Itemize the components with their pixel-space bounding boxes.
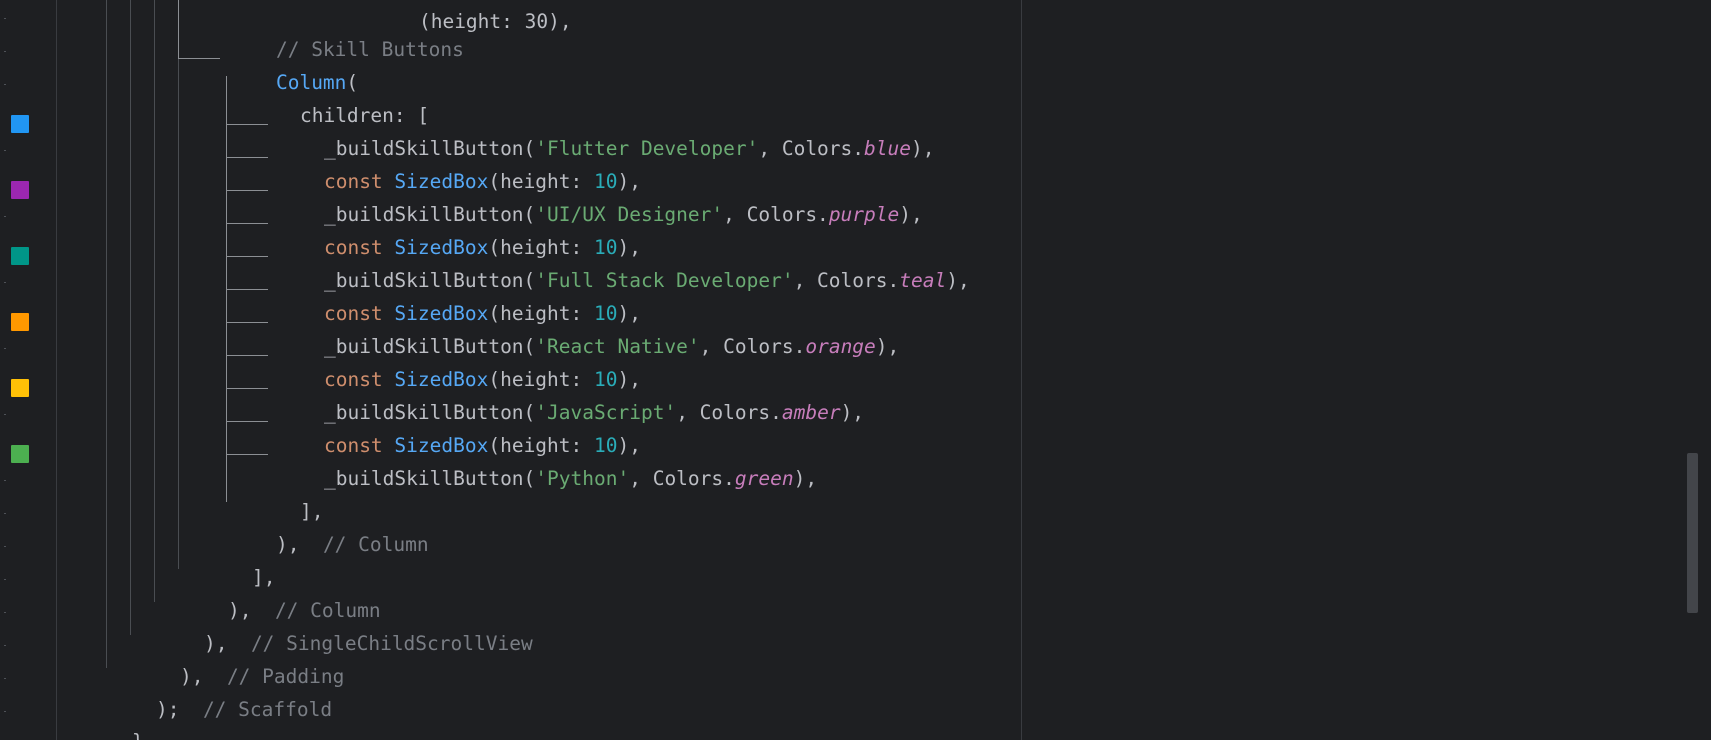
code-line[interactable]: ), // Padding — [133, 641, 344, 688]
gutter-marker — [4, 612, 6, 613]
code-comment: // Scaffold — [202, 698, 333, 721]
gutter-marker — [4, 579, 6, 580]
code-text: ), — [899, 203, 923, 226]
gutter-marker — [4, 84, 6, 85]
code-text: ), — [875, 335, 900, 358]
color-swatch-green-icon[interactable] — [11, 445, 29, 463]
code-line[interactable]: const SizedBox(height: 10), — [277, 344, 641, 391]
tree-branch — [226, 223, 268, 224]
gutter-marker — [4, 18, 6, 19]
tree-branch — [226, 256, 268, 257]
color-swatch-teal-icon[interactable] — [11, 247, 29, 265]
code-line[interactable]: const SizedBox(height: 10), — [277, 146, 641, 193]
tree-branch — [226, 157, 268, 158]
code-line[interactable]: (height: 30), — [372, 0, 572, 33]
tree-branch — [226, 355, 268, 356]
code-text: ), — [840, 401, 865, 424]
code-line[interactable]: _buildSkillButton('UI/UX Designer', Colo… — [277, 179, 923, 226]
code-line[interactable]: _buildSkillButton('React Native', Colors… — [277, 311, 899, 358]
code-text: , Colors. — [793, 269, 900, 292]
code-line[interactable]: const SizedBox(height: 10), — [277, 278, 641, 325]
color-swatch-amber-icon[interactable] — [11, 379, 29, 397]
gutter-marker — [4, 678, 6, 679]
right-margin-guide — [1021, 0, 1022, 740]
gutter-marker — [4, 513, 6, 514]
gutter-marker — [4, 711, 6, 712]
tree-branch — [226, 454, 268, 455]
code-line[interactable]: _buildSkillButton('Python', Colors.green… — [277, 443, 817, 490]
tree-branch — [226, 289, 268, 290]
gutter-marker — [4, 51, 6, 52]
code-text: , Colors. — [699, 335, 806, 358]
code-line[interactable]: ], — [205, 542, 275, 589]
code-comment: // Column — [322, 533, 429, 556]
code-line[interactable]: const SizedBox(height: 10), — [277, 410, 641, 457]
gutter-marker — [4, 414, 6, 415]
gutter-marker — [4, 216, 6, 217]
code-line[interactable]: children: [ — [253, 80, 429, 127]
code-text: , Colors. — [723, 203, 829, 226]
code-line[interactable]: ), // Column — [229, 509, 429, 556]
tree-branch — [226, 421, 268, 422]
code-line[interactable]: _buildSkillButton('Flutter Developer', C… — [277, 113, 935, 160]
code-line[interactable]: } — [85, 706, 144, 740]
code-text: ), — [911, 137, 935, 160]
code-line[interactable]: Column( — [229, 47, 358, 94]
code-editor[interactable]: (height: 30), // Skill Buttons Column( c… — [0, 0, 1711, 740]
code-text: , Colors. — [629, 467, 735, 490]
code-line[interactable]: _buildSkillButton('Full Stack Developer'… — [277, 245, 970, 292]
code-line[interactable]: ); // Scaffold — [109, 674, 332, 721]
gutter-marker — [4, 348, 6, 349]
code-text: ); — [155, 698, 203, 721]
code-line[interactable]: _buildSkillButton('JavaScript', Colors.a… — [277, 377, 864, 424]
code-text: , Colors. — [758, 137, 865, 160]
code-text: ), — [793, 467, 818, 490]
tree-branch — [226, 388, 268, 389]
tree-branch — [226, 322, 268, 323]
code-text: , Colors. — [676, 401, 782, 424]
indent-guide — [130, 0, 131, 635]
color-swatch-orange-icon[interactable] — [11, 313, 29, 331]
code-text: ), — [275, 533, 323, 556]
code-member: orange — [805, 335, 876, 358]
code-member: amber — [781, 401, 841, 424]
code-line[interactable]: ), // SingleChildScrollView — [157, 608, 533, 655]
code-member: blue — [864, 137, 911, 160]
code-member: green — [734, 467, 794, 490]
code-text: } — [132, 730, 144, 740]
code-line[interactable]: ], — [253, 476, 323, 523]
code-string: 'Python' — [535, 467, 630, 490]
code-member: purple — [828, 203, 900, 226]
tree-branch — [178, 58, 220, 59]
gutter-marker — [4, 480, 6, 481]
code-member: teal — [899, 269, 947, 292]
indent-guide — [106, 0, 107, 668]
code-line[interactable]: // Skill Buttons — [229, 14, 464, 61]
color-swatch-blue-icon[interactable] — [11, 115, 29, 133]
gutter-marker — [4, 282, 6, 283]
tree-branch — [226, 190, 268, 191]
editor-gutter — [0, 0, 56, 740]
code-function: _buildSkillButton( — [323, 467, 536, 490]
code-text: ), — [946, 269, 970, 292]
indent-guide — [154, 0, 155, 602]
tree-guide — [178, 0, 179, 59]
color-swatch-purple-icon[interactable] — [11, 181, 29, 199]
code-line[interactable]: const SizedBox(height: 10), — [277, 212, 641, 259]
code-line[interactable]: ), // Column — [181, 575, 381, 622]
indent-guide — [178, 0, 179, 569]
gutter-divider — [56, 0, 57, 740]
vertical-scrollbar-thumb[interactable] — [1687, 453, 1698, 613]
gutter-marker — [4, 546, 6, 547]
gutter-marker — [4, 150, 6, 151]
gutter-marker — [4, 645, 6, 646]
